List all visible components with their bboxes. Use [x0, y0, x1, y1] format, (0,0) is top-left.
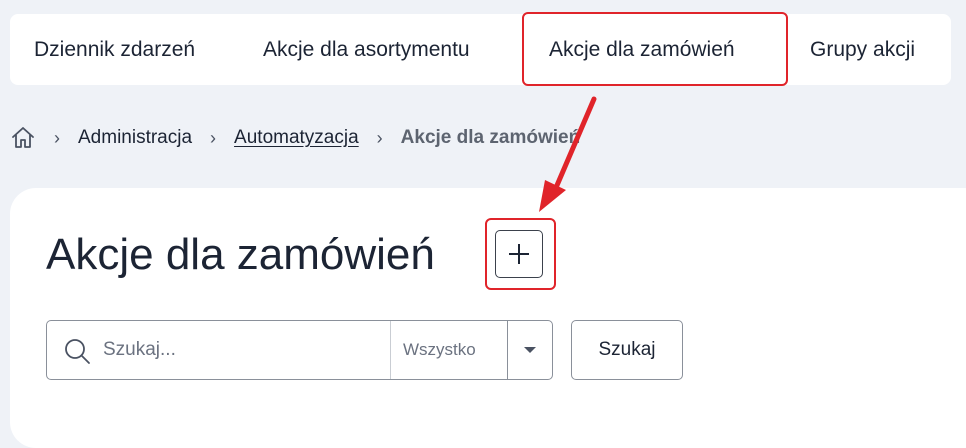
search-button[interactable]: Szukaj	[571, 320, 683, 380]
tab-grupy-akcji[interactable]: Grupy akcji	[810, 14, 915, 85]
breadcrumb-item-administracja[interactable]: Administracja	[78, 127, 192, 149]
tab-dziennik-zdarzen[interactable]: Dziennik zdarzeń	[34, 14, 195, 85]
search-icon	[63, 337, 91, 365]
plus-icon	[507, 242, 531, 266]
add-action-button[interactable]	[495, 230, 543, 278]
filter-dropdown-toggle[interactable]	[508, 321, 552, 379]
tab-akcje-dla-asortymentu[interactable]: Akcje dla asortymentu	[263, 14, 470, 85]
caret-down-icon	[523, 346, 537, 354]
breadcrumb-item-current: Akcje dla zamówień	[400, 127, 581, 148]
search-input[interactable]	[103, 322, 433, 378]
filter-select[interactable]: Wszystko	[391, 321, 507, 379]
breadcrumb: › Administracja › Automatyzacja › Akcje …	[10, 122, 580, 154]
breadcrumb-separator: ›	[210, 127, 217, 148]
active-tab-highlight-box	[522, 12, 788, 86]
breadcrumb-separator: ›	[376, 127, 383, 148]
top-tab-bar: Dziennik zdarzeń Akcje dla asortymentu A…	[10, 14, 951, 85]
breadcrumb-separator: ›	[54, 127, 60, 148]
search-group: Wszystko	[46, 320, 553, 380]
page-title: Akcje dla zamówień	[46, 230, 435, 279]
home-icon[interactable]	[10, 125, 36, 151]
breadcrumb-item-automatyzacja[interactable]: Automatyzacja	[234, 127, 359, 149]
